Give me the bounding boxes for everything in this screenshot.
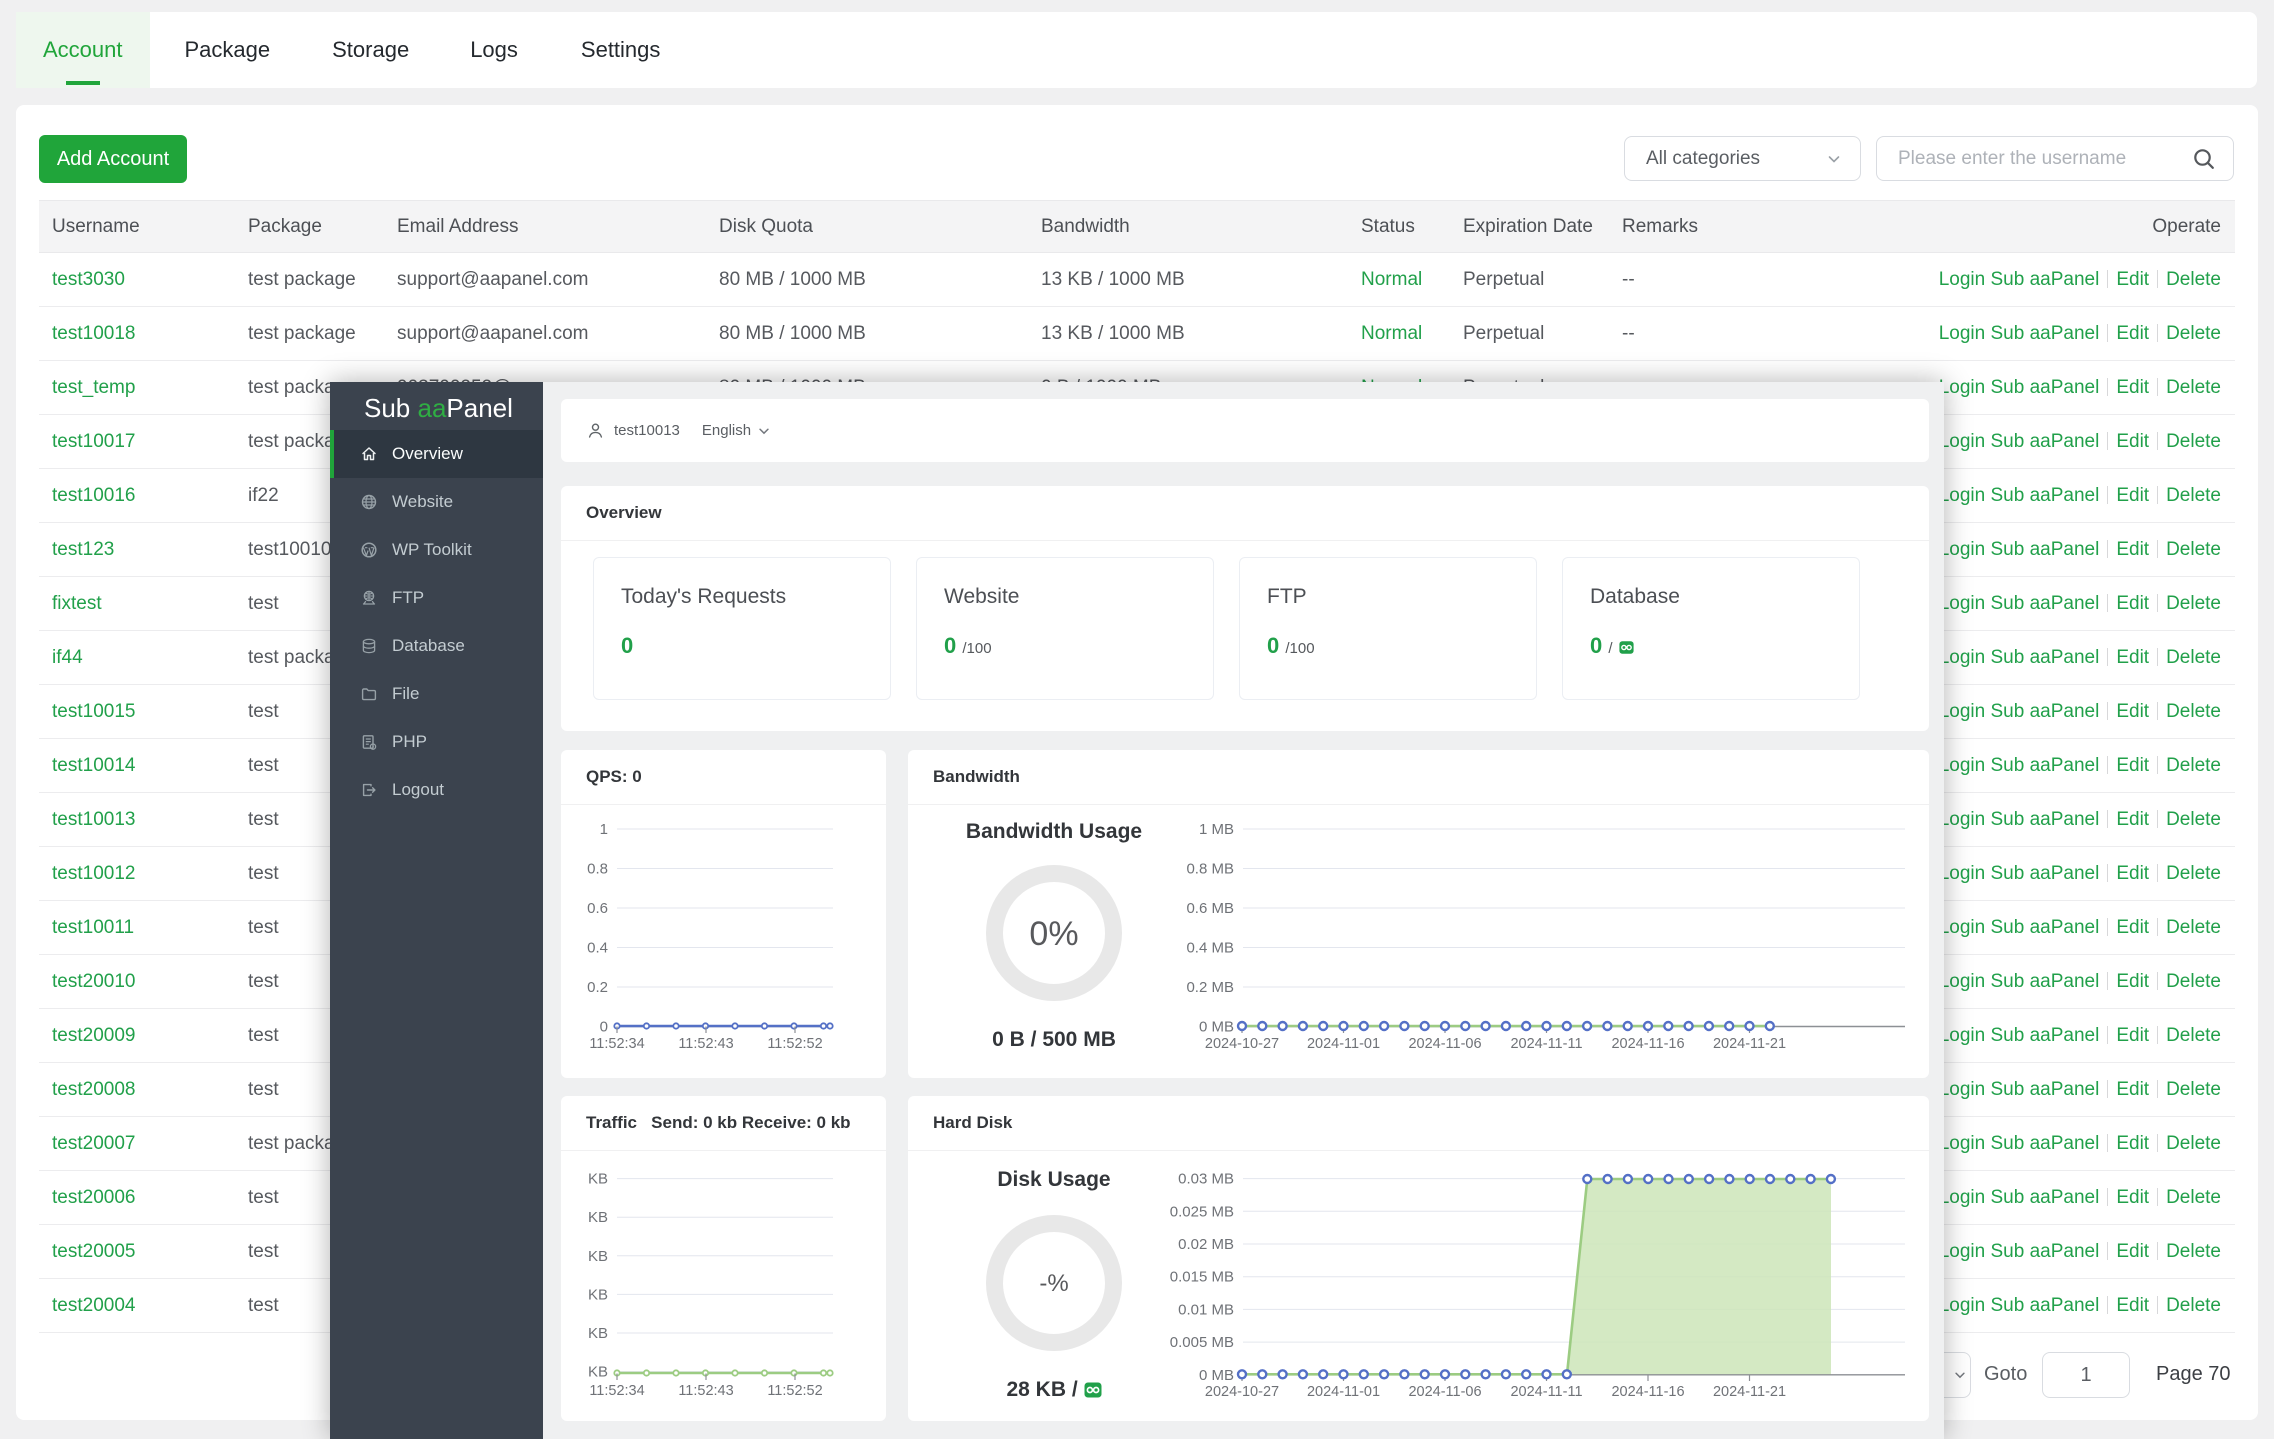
svg-text:2024-11-01: 2024-11-01	[1307, 1384, 1380, 1400]
svg-text:2024-11-21: 2024-11-21	[1713, 1036, 1786, 1052]
svg-text:2024-11-11: 2024-11-11	[1510, 1384, 1582, 1400]
svg-text:0.6 MB: 0.6 MB	[1186, 900, 1234, 917]
svg-text:2024-11-06: 2024-11-06	[1408, 1036, 1481, 1052]
svg-text:11:52:43: 11:52:43	[678, 1036, 733, 1052]
svg-text:0.02 MB: 0.02 MB	[1178, 1236, 1234, 1253]
svg-text:KB: KB	[588, 1325, 608, 1342]
svg-text:0.005 MB: 0.005 MB	[1170, 1334, 1234, 1351]
svg-text:0.4: 0.4	[587, 940, 608, 957]
svg-text:0.4 MB: 0.4 MB	[1186, 940, 1234, 957]
svg-text:0.03 MB: 0.03 MB	[1178, 1171, 1234, 1188]
svg-text:0 MB: 0 MB	[1199, 1367, 1234, 1384]
svg-text:11:52:52: 11:52:52	[767, 1383, 822, 1399]
svg-text:2024-11-16: 2024-11-16	[1611, 1384, 1684, 1400]
svg-text:11:52:34: 11:52:34	[589, 1036, 644, 1052]
svg-text:0.2: 0.2	[587, 979, 608, 996]
svg-text:KB: KB	[588, 1364, 608, 1381]
svg-text:KB: KB	[588, 1286, 608, 1303]
svg-text:2024-11-06: 2024-11-06	[1408, 1384, 1481, 1400]
svg-text:2024-11-16: 2024-11-16	[1611, 1036, 1684, 1052]
svg-text:0.8 MB: 0.8 MB	[1186, 861, 1234, 878]
svg-text:0 MB: 0 MB	[1199, 1019, 1234, 1036]
svg-text:KB: KB	[588, 1171, 608, 1188]
svg-text:0.01 MB: 0.01 MB	[1178, 1301, 1234, 1318]
svg-text:KB: KB	[588, 1248, 608, 1265]
svg-text:0: 0	[600, 1019, 608, 1036]
svg-text:KB: KB	[588, 1209, 608, 1226]
svg-text:11:52:43: 11:52:43	[678, 1383, 733, 1399]
svg-text:0.6: 0.6	[587, 900, 608, 917]
svg-text:0.025 MB: 0.025 MB	[1170, 1203, 1234, 1220]
svg-text:2024-11-01: 2024-11-01	[1307, 1036, 1380, 1052]
svg-text:11:52:52: 11:52:52	[767, 1036, 822, 1052]
svg-text:2024-11-21: 2024-11-21	[1713, 1384, 1786, 1400]
svg-text:1 MB: 1 MB	[1199, 821, 1234, 838]
svg-text:2024-11-11: 2024-11-11	[1510, 1036, 1582, 1052]
svg-text:0.2 MB: 0.2 MB	[1186, 979, 1234, 996]
svg-text:0.8: 0.8	[587, 861, 608, 878]
svg-text:0.015 MB: 0.015 MB	[1170, 1269, 1234, 1286]
svg-text:11:52:34: 11:52:34	[589, 1383, 644, 1399]
svg-text:2024-10-27: 2024-10-27	[1205, 1036, 1279, 1052]
svg-text:2024-10-27: 2024-10-27	[1205, 1384, 1279, 1400]
svg-text:1: 1	[600, 821, 608, 838]
